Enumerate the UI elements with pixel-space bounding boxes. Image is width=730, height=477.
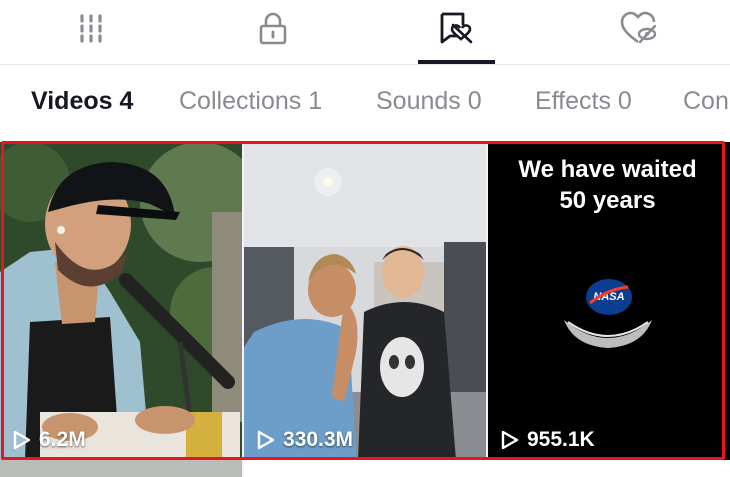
- grid-empty-space: [244, 460, 730, 477]
- video-thumbnail-3[interactable]: We have waited 50 years NASA 955.1K: [488, 142, 730, 460]
- play-icon: [13, 430, 31, 450]
- video-grid: 6.2M 330.3M We have waited 50 years NASA…: [0, 142, 730, 477]
- nasa-swoosh-icon: [589, 285, 629, 305]
- lock-icon: [259, 12, 287, 45]
- tab-liked[interactable]: [434, 8, 478, 48]
- play-icon: [257, 430, 275, 450]
- subtab-effects[interactable]: Effects 0: [535, 87, 632, 116]
- subtab-videos[interactable]: Videos 4: [31, 87, 133, 116]
- video-1-play-count: 6.2M: [11, 428, 86, 452]
- tab-hidden-likes[interactable]: [616, 8, 660, 48]
- subtab-collections[interactable]: Collections 1: [179, 87, 322, 116]
- liked-icon: [440, 12, 473, 44]
- video-thumbnail-1[interactable]: 6.2M: [0, 142, 242, 460]
- video-2-play-count: 330.3M: [255, 428, 353, 452]
- video-2-image: [244, 142, 486, 460]
- video-1-image: [0, 142, 242, 460]
- subtab-more[interactable]: Con: [683, 87, 729, 116]
- video-3-views: 955.1K: [527, 428, 595, 451]
- hidden-heart-icon: [620, 11, 657, 44]
- tab-private[interactable]: [251, 8, 295, 48]
- nasa-logo: NASA: [586, 279, 632, 315]
- video-3-play-count: 955.1K: [499, 428, 595, 452]
- profile-tab-bar: [0, 0, 730, 65]
- grid-icon: [80, 14, 102, 43]
- subtab-sounds[interactable]: Sounds 0: [376, 87, 482, 116]
- video-1-views: 6.2M: [39, 428, 86, 451]
- tab-videos-grid[interactable]: [69, 8, 113, 48]
- content-subtabs: Videos 4 Collections 1 Sounds 0 Effects …: [0, 66, 730, 138]
- video-thumbnail-2[interactable]: 330.3M: [244, 142, 486, 460]
- active-tab-underline: [418, 60, 495, 64]
- video-thumbnail-4-partial[interactable]: [0, 460, 242, 477]
- play-icon: [501, 430, 519, 450]
- video-2-views: 330.3M: [283, 428, 354, 451]
